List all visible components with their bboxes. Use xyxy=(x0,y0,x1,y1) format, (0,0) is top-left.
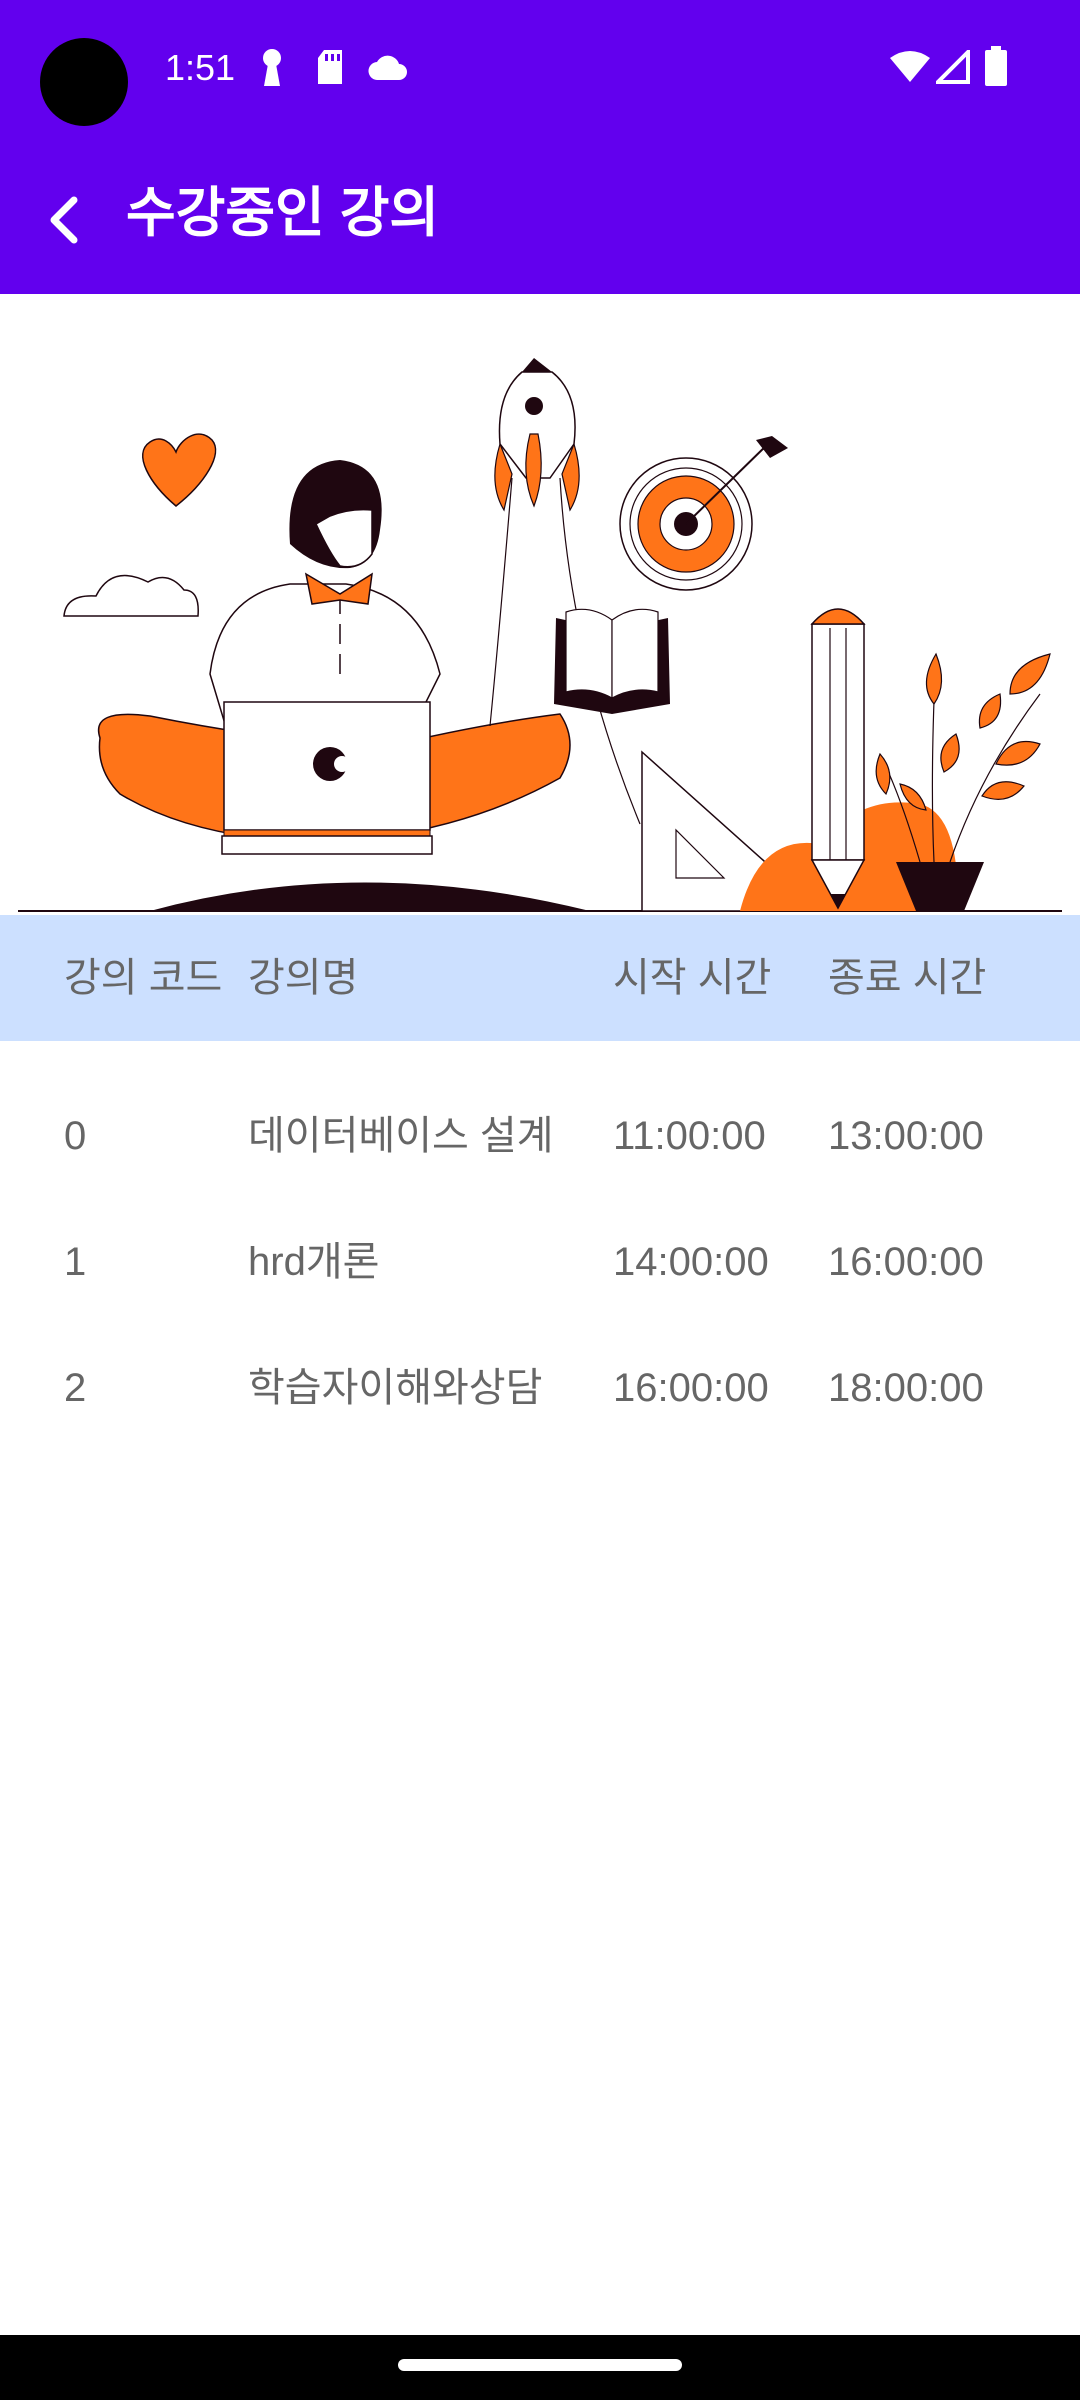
arrow-back-icon xyxy=(50,196,78,244)
course-code: 1 xyxy=(64,1240,87,1284)
table-header: 강의 코드 강의명 시작 시간 종료 시간 xyxy=(0,915,1080,1041)
home-indicator[interactable] xyxy=(398,2359,682,2371)
keyhole-icon xyxy=(263,49,281,86)
course-name: hrd개론 xyxy=(248,1240,380,1284)
pencil xyxy=(811,623,865,861)
header-name: 강의명 xyxy=(248,956,359,1000)
heart-icon xyxy=(142,433,217,507)
wifi-icon xyxy=(890,51,930,82)
course-name: 데이터베이스 설계 xyxy=(248,1114,554,1158)
table-row[interactable]: 0 데이터베이스 설계 11:00:00 13:00:00 xyxy=(0,1041,1080,1167)
back-button[interactable] xyxy=(30,180,110,260)
navigation-bar xyxy=(0,2335,1080,2400)
signal-icon xyxy=(936,50,970,84)
learning-illustration xyxy=(18,358,1062,912)
course-end-time: 13:00:00 xyxy=(828,1114,984,1158)
course-end-time: 18:00:00 xyxy=(828,1366,984,1410)
status-time: 1:51 xyxy=(165,47,236,88)
status-bar: 1:51 xyxy=(0,0,1080,136)
app-bar: 수강중인 강의 xyxy=(0,136,1080,294)
course-end-time: 16:00:00 xyxy=(828,1240,984,1284)
cloud-icon xyxy=(368,55,407,81)
camera-cutout xyxy=(40,38,128,126)
header-start-time: 시작 시간 xyxy=(613,956,772,1000)
course-start-time: 11:00:00 xyxy=(613,1114,766,1158)
sd-card-icon xyxy=(318,50,342,84)
page-title: 수강중인 강의 xyxy=(126,183,440,243)
course-code: 2 xyxy=(64,1366,87,1410)
cloud-drawing xyxy=(63,574,199,617)
battery-icon xyxy=(985,46,1007,86)
course-code: 0 xyxy=(64,1114,87,1158)
table-row[interactable]: 2 학습자이해와상담 16:00:00 18:00:00 xyxy=(0,1293,1080,1419)
course-start-time: 16:00:00 xyxy=(613,1366,769,1410)
ground-mound xyxy=(150,882,590,911)
course-start-time: 14:00:00 xyxy=(613,1240,769,1284)
course-name: 학습자이해와상담 xyxy=(248,1366,543,1410)
table-row[interactable]: 1 hrd개론 14:00:00 16:00:00 xyxy=(0,1167,1080,1293)
header-code: 강의 코드 xyxy=(64,956,223,1000)
header-end-time: 종료 시간 xyxy=(828,956,987,1000)
